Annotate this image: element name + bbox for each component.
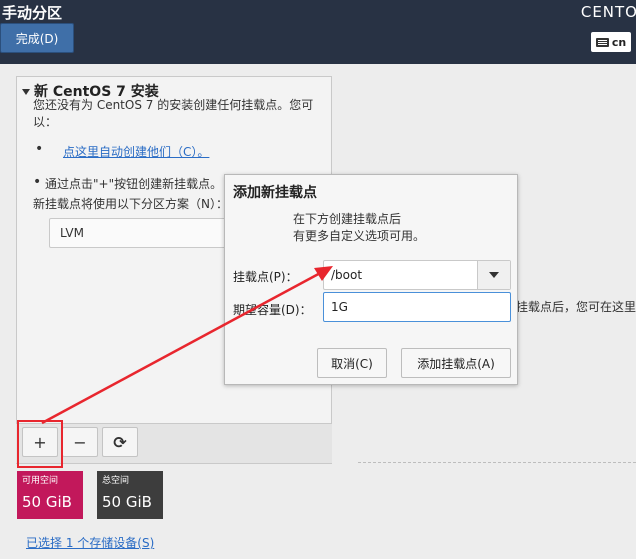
keyboard-layout-label: cn — [611, 35, 627, 49]
mount-point-combo[interactable]: /boot — [323, 260, 511, 290]
no-mount-points-description: 您还没有为 CentOS 7 的安装创建任何挂载点。您可以： — [33, 98, 314, 129]
top-bar: 手动分区 CENTO 完成(D) cn — [0, 0, 636, 64]
manual-create-hint: 通过点击"+"按钮创建新挂载点。 — [45, 177, 223, 191]
remove-mount-point-button[interactable]: − — [62, 427, 98, 457]
keyboard-layout-button[interactable]: cn — [591, 32, 631, 52]
available-space-label: 可用空间 — [22, 476, 59, 486]
chevron-down-icon — [489, 272, 499, 278]
page-title: 手动分区 — [2, 4, 63, 22]
product-name: CENTO — [580, 3, 636, 21]
done-button[interactable]: 完成(D) — [0, 23, 74, 53]
add-mount-point-confirm-button[interactable]: 添加挂载点(A) — [401, 348, 511, 378]
dialog-description-line-1: 在下方创建挂载点后 — [293, 212, 402, 226]
add-mount-point-dialog: 添加新挂载点 在下方创建挂载点后 有更多自定义选项可用。 挂载点(P)： /bo… — [224, 174, 518, 385]
mount-point-value[interactable]: /boot — [331, 268, 362, 282]
dialog-description: 在下方创建挂载点后 有更多自定义选项可用。 — [293, 211, 425, 245]
partition-scheme-select[interactable]: LVM — [49, 218, 249, 248]
selected-storage-link[interactable]: 已选择 1 个存储设备(S) — [26, 534, 154, 551]
cancel-button[interactable]: 取消(C) — [317, 348, 387, 378]
available-space-value: 50 GiB — [22, 493, 72, 511]
refresh-button[interactable]: ⟳ — [102, 427, 138, 457]
right-panel-hint: 挂载点后，您可在这里 — [516, 300, 636, 314]
available-space-box: 可用空间 50 GiB — [17, 471, 83, 519]
auto-create-link[interactable]: 点这里自动创建他们（C）。 — [63, 143, 209, 160]
expander-arrow-icon — [22, 89, 30, 95]
dialog-title: 添加新挂载点 — [233, 185, 317, 201]
total-space-label: 总空间 — [102, 476, 130, 486]
annotation-highlight-box — [17, 420, 63, 468]
total-space-box: 总空间 50 GiB — [97, 471, 163, 519]
bullet-icon: • — [35, 141, 44, 157]
partition-scheme-label: 新挂载点将使用以下分区方案（N）： — [33, 197, 228, 211]
dialog-description-line-2: 有更多自定义选项可用。 — [293, 229, 426, 243]
bullet-icon: • — [33, 174, 42, 190]
desired-capacity-input[interactable]: 1G — [323, 292, 511, 322]
desired-capacity-label: 期望容量(D)： — [233, 303, 312, 317]
keyboard-icon — [595, 37, 609, 47]
divider — [358, 462, 636, 463]
total-space-value: 50 GiB — [102, 493, 152, 511]
mount-point-dropdown-button[interactable] — [477, 261, 510, 289]
mount-point-label: 挂载点(P)： — [233, 270, 298, 284]
